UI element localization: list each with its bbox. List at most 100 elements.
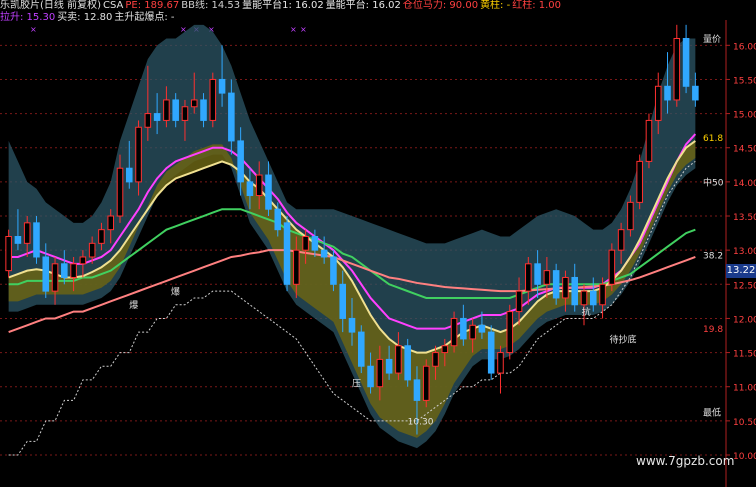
annotation-6: 10.30 [408,417,434,427]
annotation-11: 爆 [171,286,180,298]
y-tick-label-2: 15.00 [733,111,756,121]
candle-body-44 [413,379,421,401]
candle-body-19 [181,106,189,121]
candle-body-5 [51,263,59,292]
candle-body-38 [357,331,365,367]
candle-body-24 [228,92,235,142]
candle-body-57 [534,263,541,285]
candle-body-9 [88,242,96,258]
candle-body-70 [654,85,662,121]
candle-body-35 [330,256,337,285]
candle-body-14 [135,126,142,183]
annotation-10: 爆 [129,299,138,311]
candle-body-58 [543,270,551,285]
candle-body-64 [599,283,606,306]
y-tick-label-9: 11.50 [733,350,756,360]
candle-body-11 [107,215,115,231]
y-tick-label-12: 10.00 [733,452,756,462]
candle-body-18 [172,99,179,121]
candle-body-59 [552,270,560,299]
candle-body-0 [5,236,12,272]
candle-body-46 [432,352,439,367]
candle-body-13 [125,167,133,183]
candle-body-15 [144,113,152,128]
candle-body-53 [497,352,504,374]
annotation-9: 待抄底 [610,333,637,345]
candle-body-29 [274,208,282,231]
current-price-tag: 13.22 [726,264,756,278]
candle-body-62 [580,290,588,306]
candle-body-37 [348,317,356,333]
candle-body-8 [79,256,87,265]
candle-body-36 [339,283,347,319]
y-tick-label-8: 12.00 [733,315,756,325]
candle-body-52 [487,331,495,374]
candle-body-12 [116,167,124,217]
candle-body-71 [664,85,671,101]
candle-body-63 [589,290,597,306]
candle-body-66 [617,229,625,251]
candle-body-34 [320,249,328,258]
annotation-8: 抗 [582,306,591,318]
candlestick-chart[interactable]: 16.00 15.50 15.00 14.50 14.00 13.50 13.00 12.50… [0,0,756,487]
candle-body-48 [450,317,458,347]
candle-body-16 [153,113,161,121]
annotation-4: 19.8 [703,325,723,335]
annotation-1: 61.8 [703,134,723,144]
candle-body-7 [70,263,77,278]
candle-body-54 [506,311,514,354]
y-tick-label-6: 13.00 [733,247,756,257]
annotation-2: 中50 [703,176,724,188]
y-tick-label-1: 15.50 [733,76,756,86]
candle-body-22 [209,78,217,121]
candle-body-6 [61,263,68,278]
candle-body-32 [302,236,309,251]
candle-body-41 [385,358,393,374]
y-tick-label-0: 16.00 [733,42,756,52]
candle-body-74 [692,85,699,101]
candle-body-43 [404,345,411,381]
candle-body-31 [293,249,300,285]
watermark: www.7gpzb.com [636,454,735,468]
candle-body-67 [627,201,634,231]
candle-body-30 [283,222,291,285]
candle-body-10 [98,229,105,244]
candle-body-68 [636,160,643,203]
candle-body-45 [422,365,430,401]
candle-body-4 [42,256,50,292]
candle-body-65 [608,249,616,285]
candle-body-2 [23,222,31,244]
candle-body-3 [33,222,40,258]
candle-body-20 [190,99,198,108]
candle-body-50 [469,324,476,340]
candle-body-69 [645,119,653,162]
candle-body-33 [311,236,319,251]
candle-body-56 [525,263,532,292]
y-tick-label-7: 12.50 [733,281,756,291]
candle-body-49 [460,317,467,340]
candle-body-26 [246,181,254,197]
candle-body-17 [163,99,170,121]
candle-body-23 [218,78,226,94]
candle-body-60 [562,276,569,299]
candle-body-61 [571,276,579,306]
candle-body-21 [200,99,207,121]
candle-body-27 [255,174,263,197]
candle-body-55 [515,290,523,313]
y-tick-label-10: 11.00 [733,384,756,394]
annotation-0: 量价 [703,34,721,45]
candle-body-25 [237,140,244,183]
candle-body-51 [478,324,486,333]
candle-body-40 [376,358,384,388]
annotation-5: 最低 [703,406,721,418]
candle-body-47 [441,345,449,354]
annotation-7: 压 [352,379,361,390]
candle-body-42 [395,345,402,374]
candle-body-73 [682,37,690,87]
annotation-3: 38.2 [703,251,723,261]
candle-body-72 [673,37,681,101]
y-tick-label-11: 10.50 [733,418,756,428]
candle-body-1 [14,236,22,244]
candle-body-39 [367,365,374,388]
y-tick-label-3: 14.50 [733,145,756,155]
